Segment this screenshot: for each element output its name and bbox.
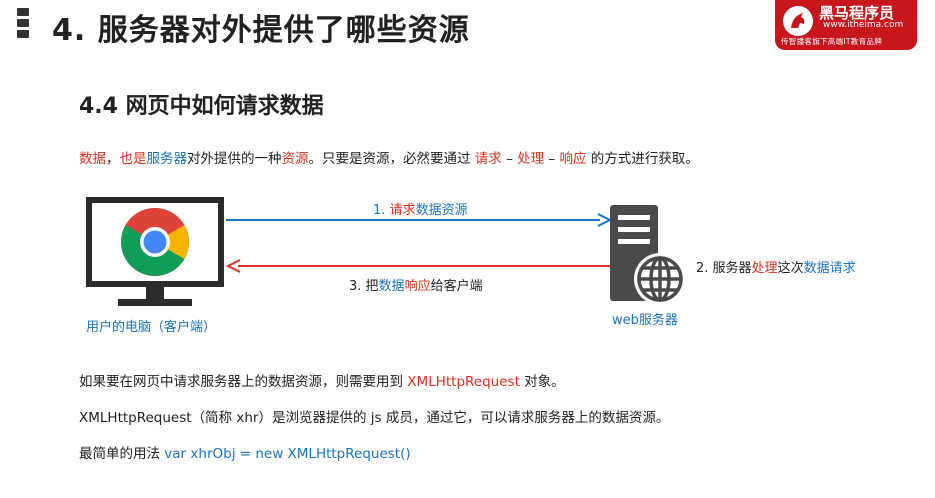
logo-slogan: 传智播客旗下高端IT教育品牌 (781, 37, 882, 46)
step3-client: 给客户端 (430, 279, 483, 294)
step3-prefix: 3. 把 (349, 279, 379, 294)
horse-logo-icon (783, 6, 813, 36)
intro-text-seg: ， (106, 151, 120, 167)
p1-text: 如果要在网页中请求服务器上的数据资源，则需要用到 (79, 374, 408, 390)
web-server-icon (598, 205, 690, 307)
step2-label: 2. 服务器处理这次数据请求 (696, 257, 856, 276)
intro-text-data: 数据 (79, 151, 106, 167)
intro-text-seg: 的方式进行获取。 (586, 151, 699, 167)
intro-text-seg: 也是 (119, 151, 147, 167)
intro-text-resource: 资源 (281, 151, 309, 167)
section-title: 4.4 网页中如何请求数据 (79, 94, 324, 119)
intro-text-seg: – (544, 151, 560, 167)
intro-text-process: 处理 (517, 151, 545, 167)
title-bullet-icon (17, 8, 31, 41)
p1-tail: 对象。 (519, 374, 565, 390)
logo-site: www.itheima.com (823, 20, 904, 30)
page-title: 4. 服务器对外提供了哪些资源 (52, 13, 470, 48)
globe-icon (637, 256, 683, 302)
p3-code: var xhrObj = new XMLHttpRequest() (164, 446, 411, 462)
intro-text-seg: – (501, 151, 518, 167)
step3-response: 响应 (404, 279, 431, 294)
step3-data: 数据 (378, 279, 405, 294)
intro-text-server: 服务器 (146, 151, 188, 167)
response-arrow (225, 258, 612, 273)
request-arrow (226, 212, 613, 227)
chrome-icon (121, 208, 189, 276)
step2-data-request: 数据请求 (803, 261, 856, 276)
client-label: 用户的电脑（客户端） (86, 320, 217, 335)
p2-text: XMLHttpRequest（简称 xhr）是浏览器提供的 js 成员，通过它，… (79, 410, 670, 426)
step2-this: 这次 (777, 261, 804, 276)
intro-text-response: 响应 (559, 151, 587, 167)
client-computer-icon (86, 197, 224, 309)
paragraph-xhr-need: 如果要在网页中请求服务器上的数据资源，则需要用到 XMLHttpRequest … (79, 370, 565, 390)
step2-prefix: 2. 服务器 (696, 261, 752, 276)
p1-xhr: XMLHttpRequest (407, 374, 520, 390)
intro-text: 数据，也是服务器对外提供的一种资源。只要是资源，必然要通过 请求 – 处理 – … (79, 147, 699, 167)
brand-logo: 黑马程序员 www.itheima.com 传智播客旗下高端IT教育品牌 (775, 0, 917, 50)
intro-text-seg: 。只要是资源，必然要通过 (308, 151, 475, 167)
paragraph-xhr-usage: 最简单的用法 var xhrObj = new XMLHttpRequest() (79, 442, 411, 462)
step3-label: 3. 把数据响应给客户端 (349, 275, 483, 294)
paragraph-xhr-desc: XMLHttpRequest（简称 xhr）是浏览器提供的 js 成员，通过它，… (79, 406, 669, 426)
p3-text: 最简单的用法 (79, 446, 165, 462)
intro-text-request: 请求 (474, 151, 502, 167)
step2-process: 处理 (751, 261, 778, 276)
server-label: web服务器 (612, 313, 678, 328)
intro-text-seg: 对外提供的一种 (187, 151, 282, 167)
